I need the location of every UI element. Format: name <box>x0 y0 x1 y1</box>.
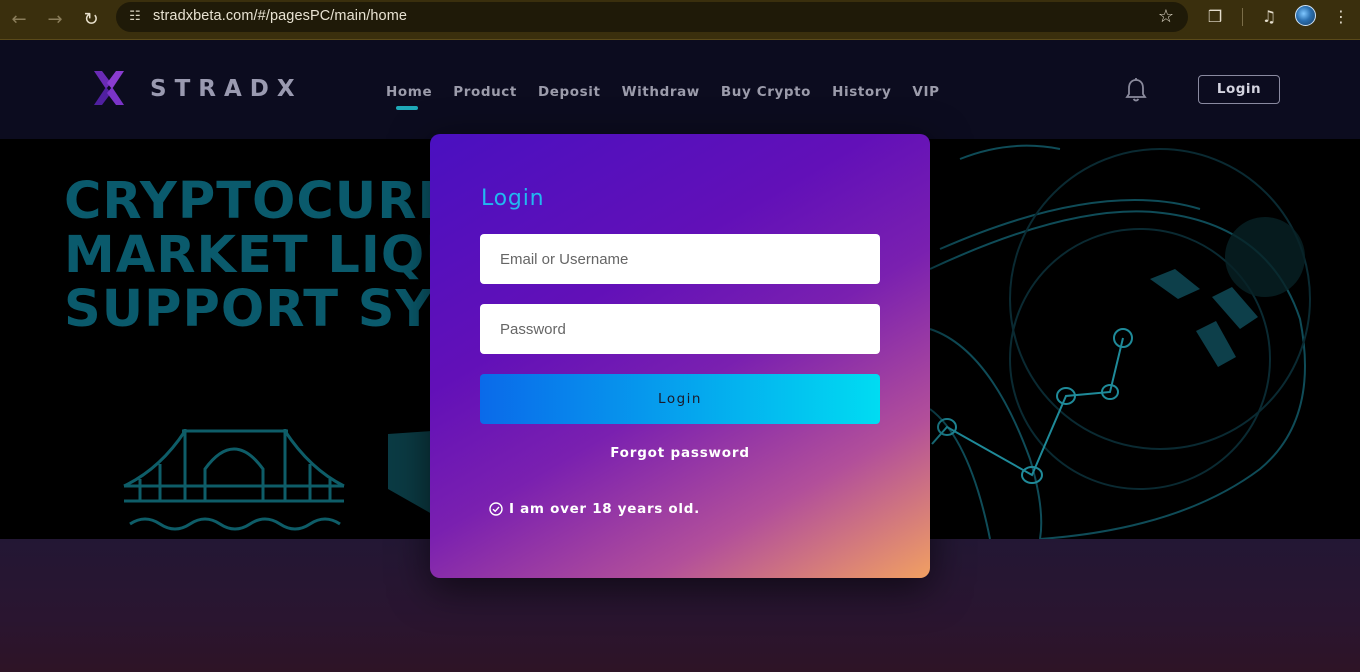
login-modal: Login Login Forgot password I am over 18… <box>430 134 930 578</box>
password-input[interactable] <box>480 304 880 354</box>
notification-bell-icon[interactable] <box>1124 77 1148 103</box>
address-bar[interactable]: ☷ stradxbeta.com/#/pagesPC/main/home ☆ <box>116 2 1188 32</box>
nav-product[interactable]: Product <box>453 84 517 100</box>
age-confirmation: I am over 18 years old. <box>489 501 700 517</box>
login-title: Login <box>481 186 545 211</box>
header-login-button[interactable]: Login <box>1198 75 1280 104</box>
site-header: STRADX Home Product Deposit Withdraw Buy… <box>0 40 1360 139</box>
login-submit-button[interactable]: Login <box>480 374 880 424</box>
reload-icon[interactable]: ↻ <box>77 6 105 34</box>
media-control-icon[interactable]: ♫ <box>1257 5 1281 29</box>
nav-withdraw[interactable]: Withdraw <box>622 84 700 100</box>
age-confirmation-label: I am over 18 years old. <box>509 501 700 517</box>
nav-vip[interactable]: VIP <box>912 84 939 100</box>
stradx-logo-icon[interactable] <box>92 69 126 107</box>
more-menu-icon[interactable]: ⋮ <box>1329 5 1353 29</box>
nav-home[interactable]: Home <box>386 84 432 110</box>
url-text[interactable]: stradxbeta.com/#/pagesPC/main/home <box>153 8 407 24</box>
main-nav: Home Product Deposit Withdraw Buy Crypto… <box>386 84 961 110</box>
nav-deposit[interactable]: Deposit <box>538 84 601 100</box>
profile-avatar[interactable] <box>1295 5 1316 26</box>
forward-icon[interactable]: → <box>41 6 69 34</box>
nav-buy-crypto[interactable]: Buy Crypto <box>721 84 811 100</box>
check-circle-icon[interactable] <box>489 502 503 516</box>
browser-toolbar: ← → ↻ ☷ stradxbeta.com/#/pagesPC/main/ho… <box>0 0 1360 40</box>
logo-text[interactable]: STRADX <box>150 76 303 102</box>
bookmark-star-icon[interactable]: ☆ <box>1158 6 1174 28</box>
email-input[interactable] <box>480 234 880 284</box>
site-settings-icon[interactable]: ☷ <box>126 8 144 26</box>
nav-history[interactable]: History <box>832 84 891 100</box>
extensions-icon[interactable]: ❒ <box>1203 5 1227 29</box>
back-icon[interactable]: ← <box>5 6 33 34</box>
toolbar-divider <box>1242 8 1243 26</box>
forgot-password-link[interactable]: Forgot password <box>430 445 930 461</box>
